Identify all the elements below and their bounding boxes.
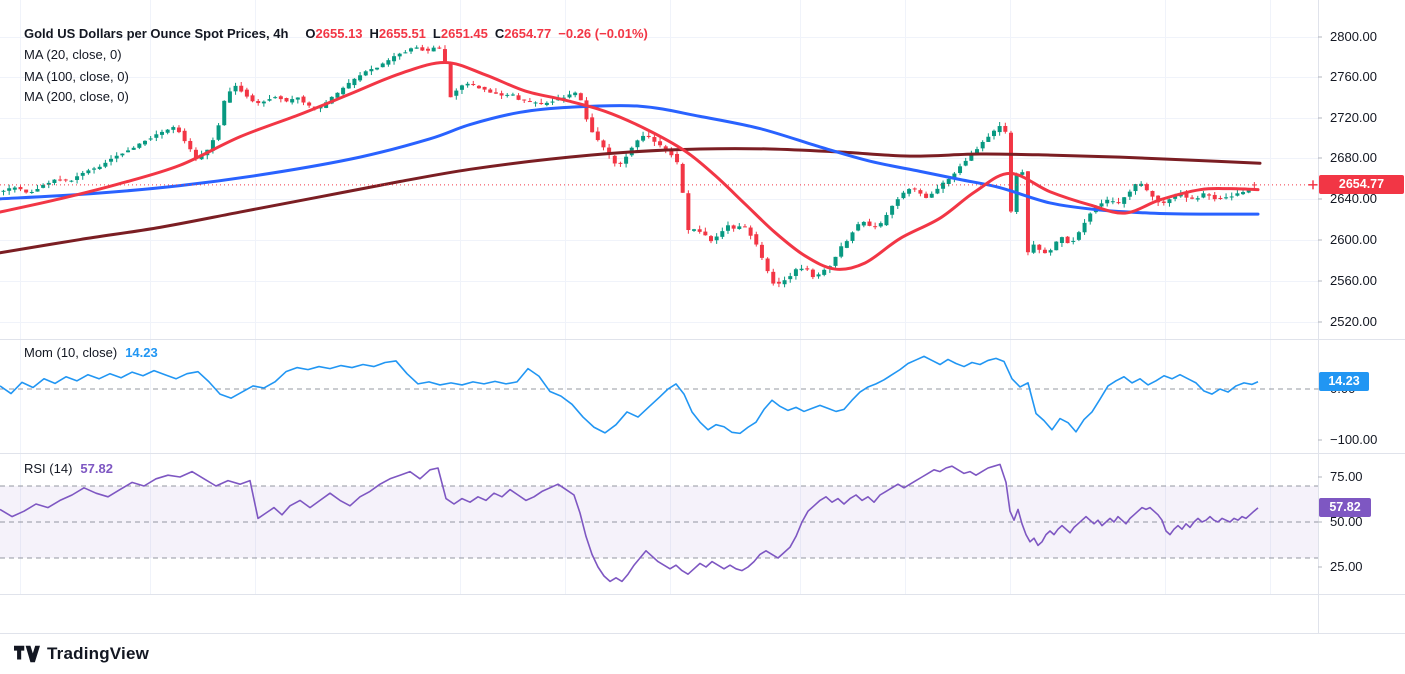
- open-value: 2655.13: [316, 26, 363, 41]
- price-axis-label: 2520.00: [1330, 314, 1377, 330]
- price-axis-label: 2800.00: [1330, 29, 1377, 45]
- mom-axis-label: −100.00: [1330, 432, 1377, 448]
- price-axis-label: 2680.00: [1330, 150, 1377, 166]
- price-axis-label: 2560.00: [1330, 273, 1377, 289]
- trading-chart-app: Gold US Dollars per Ounce Spot Prices, 4…: [0, 0, 1405, 674]
- rsi-legend-row[interactable]: RSI (14) 57.82: [24, 460, 113, 477]
- main-legend-row[interactable]: Gold US Dollars per Ounce Spot Prices, 4…: [24, 25, 648, 42]
- mom-value-badge: 14.23: [1319, 372, 1369, 391]
- chart-canvas[interactable]: [0, 0, 1405, 674]
- open-label: O: [305, 26, 315, 41]
- rsi-value-badge: 57.82: [1319, 498, 1371, 517]
- current-price-badge: 2654.77: [1319, 175, 1404, 194]
- price-axis-label: 2760.00: [1330, 69, 1377, 85]
- rsi-legend-label: RSI (14): [24, 461, 72, 476]
- change-value: −0.26 (−0.01%): [558, 26, 648, 41]
- symbol-title[interactable]: Gold US Dollars per Ounce Spot Prices, 4…: [24, 26, 288, 41]
- high-label: H: [370, 26, 379, 41]
- rsi-axis-label: 25.00: [1330, 559, 1363, 575]
- tradingview-attribution[interactable]: TradingView: [14, 641, 149, 667]
- ma200-legend[interactable]: MA (200, close, 0): [24, 88, 129, 105]
- rsi-legend-value: 57.82: [80, 461, 113, 476]
- close-value: 2654.77: [504, 26, 551, 41]
- ohlc-values: O2655.13 H2655.51 L2651.45 C2654.77: [298, 26, 551, 41]
- low-value: 2651.45: [441, 26, 488, 41]
- mom-legend-value: 14.23: [125, 345, 158, 360]
- tradingview-logo-icon: [14, 643, 40, 665]
- close-label: C: [495, 26, 504, 41]
- price-axis-label: 2720.00: [1330, 110, 1377, 126]
- ma20-legend[interactable]: MA (20, close, 0): [24, 46, 122, 63]
- low-label: L: [433, 26, 441, 41]
- mom-legend-label: Mom (10, close): [24, 345, 117, 360]
- mom-legend-row[interactable]: Mom (10, close) 14.23: [24, 344, 158, 361]
- tradingview-logo-text: TradingView: [47, 644, 149, 664]
- high-value: 2655.51: [379, 26, 426, 41]
- ma100-legend[interactable]: MA (100, close, 0): [24, 68, 129, 85]
- price-axis-label: 2600.00: [1330, 232, 1377, 248]
- rsi-axis-label: 75.00: [1330, 469, 1363, 485]
- time-axis[interactable]: 152024Nov611152025Dec5: [0, 595, 1405, 633]
